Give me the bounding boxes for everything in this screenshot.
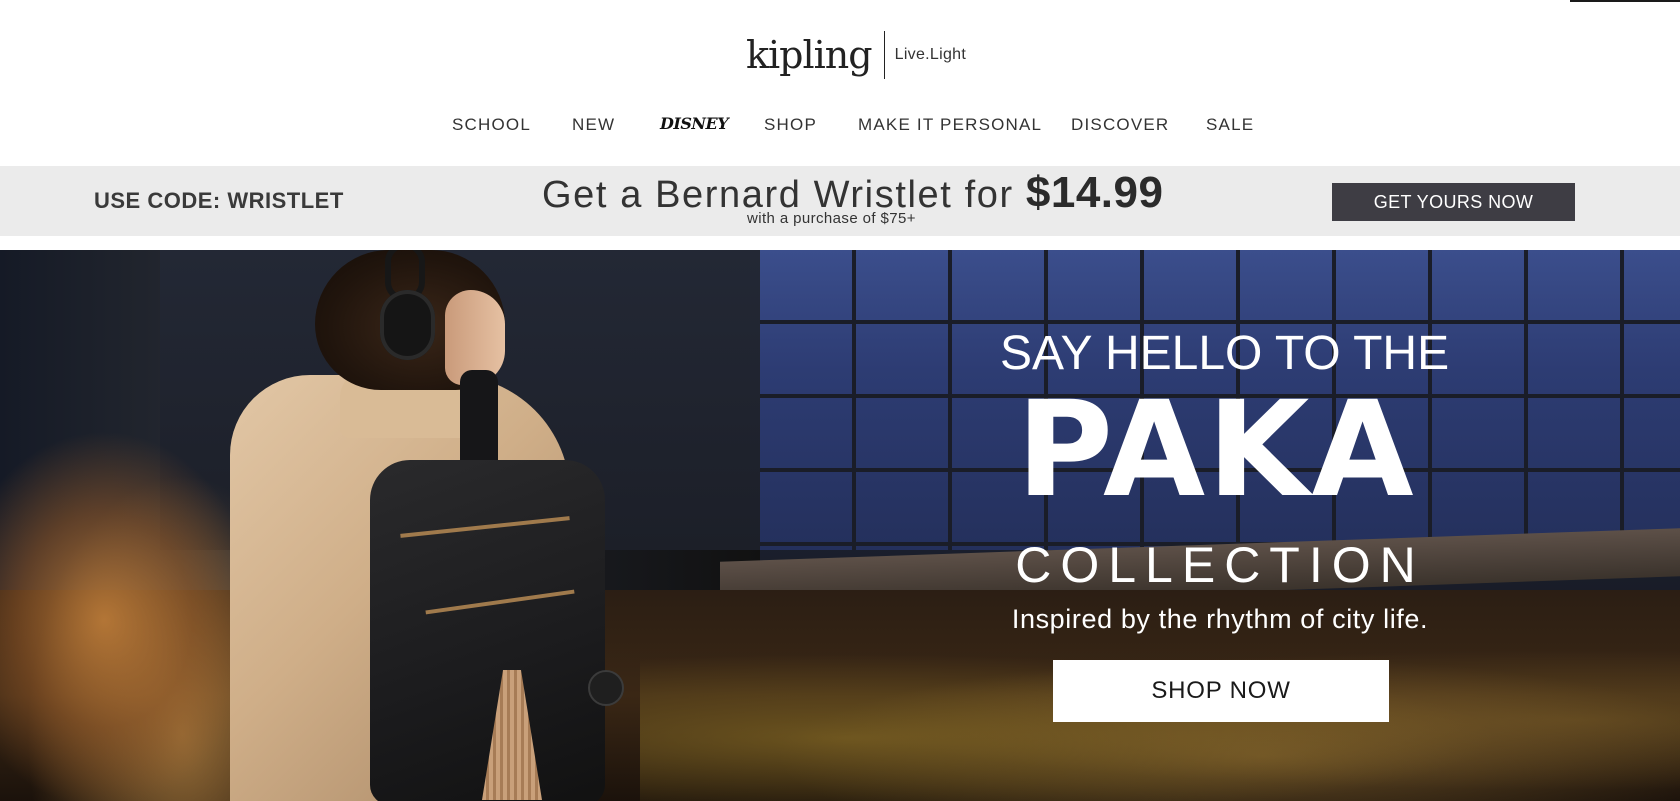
nav-item-discover[interactable]: DISCOVER: [1071, 115, 1169, 135]
hero-title: PAKA: [1016, 373, 1416, 527]
promo-banner[interactable]: USE CODE: WRISTLET Get a Bernard Wristle…: [0, 166, 1680, 236]
promo-subline: with a purchase of $75+: [747, 210, 916, 227]
shop-now-button[interactable]: SHOP NOW: [1053, 660, 1389, 722]
kipling-logo[interactable]: kipling Live.Light: [746, 28, 966, 82]
nav-item-new[interactable]: NEW: [572, 115, 615, 135]
hero-banner[interactable]: SAY HELLO TO THE PAKA COLLECTION Inspire…: [0, 250, 1680, 801]
nav-item-school[interactable]: SCHOOL: [452, 115, 531, 135]
nav-item-make-it-personal[interactable]: MAKE IT PERSONAL: [858, 115, 1042, 135]
backpack: [370, 460, 605, 801]
hero-collection-label: COLLECTION: [1015, 537, 1425, 593]
promo-price: $14.99: [1025, 168, 1164, 217]
woman-with-backpack-photo: [220, 250, 660, 801]
nav-item-shop[interactable]: SHOP: [764, 115, 817, 135]
logo-wordmark: kipling: [746, 33, 873, 77]
promo-code-text: USE CODE: WRISTLET: [94, 188, 344, 213]
nav-item-disney[interactable]: Disney: [660, 114, 729, 134]
disney-logo: Disney: [660, 114, 729, 133]
nav-item-sale[interactable]: SALE: [1206, 115, 1254, 135]
top-right-divider: [1570, 0, 1680, 2]
get-yours-now-button[interactable]: GET YOURS NOW: [1332, 183, 1575, 221]
site-header: kipling Live.Light SCHOOL NEW Disney SHO…: [0, 0, 1680, 166]
headphone-icon: [380, 290, 435, 360]
logo-divider: [883, 31, 885, 79]
main-navigation: SCHOOL NEW Disney SHOP MAKE IT PERSONAL …: [0, 110, 1680, 140]
hero-tagline: Inspired by the rhythm of city life.: [1011, 604, 1429, 634]
kipling-monkey-keychain-icon: [588, 670, 624, 706]
logo-tagline: Live.Light: [894, 46, 967, 63]
